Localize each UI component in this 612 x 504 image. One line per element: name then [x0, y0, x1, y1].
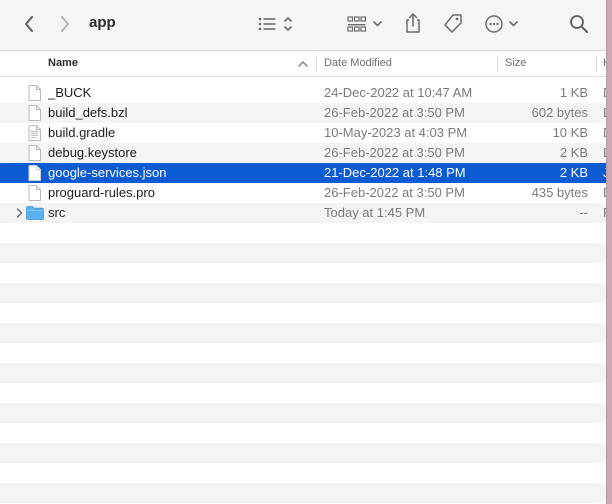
finder-window: app Name Date Modified Size _BUCK 24-Dec… — [0, 0, 607, 504]
file-kind: D — [603, 183, 606, 203]
empty-row — [0, 403, 606, 423]
empty-row — [0, 343, 606, 363]
tag-button[interactable] — [441, 12, 465, 36]
document-icon — [28, 85, 41, 101]
search-button[interactable] — [568, 13, 590, 35]
column-header: Name Date Modified Size K — [0, 51, 606, 77]
empty-row — [0, 323, 606, 343]
file-kind: J — [603, 163, 606, 183]
file-kind: D — [603, 123, 606, 143]
file-date-modified: 21-Dec-2022 at 1:48 PM — [324, 165, 466, 180]
file-size: -- — [579, 205, 588, 220]
file-size: 435 bytes — [531, 185, 588, 200]
file-size: 2 KB — [559, 145, 588, 160]
ellipsis-circle-icon — [484, 14, 520, 34]
file-name: google-services.json — [48, 165, 167, 180]
empty-row — [0, 483, 606, 503]
file-date-modified: 26-Feb-2022 at 3:50 PM — [324, 145, 465, 160]
file-kind: D — [603, 143, 606, 163]
tag-icon — [442, 13, 464, 35]
grid-group-icon — [347, 15, 385, 33]
empty-row — [0, 303, 606, 323]
date-modified-column-header[interactable]: Date Modified — [324, 51, 392, 76]
name-column-header[interactable]: Name — [48, 51, 78, 76]
forward-button[interactable] — [56, 13, 74, 35]
empty-row — [0, 283, 606, 303]
document-icon — [28, 145, 41, 161]
empty-row — [0, 463, 606, 483]
empty-row — [0, 223, 606, 243]
folder-icon — [26, 206, 44, 220]
list-view-icon — [257, 15, 297, 33]
empty-row — [0, 363, 606, 383]
file-size: 10 KB — [552, 125, 588, 140]
file-date-modified: Today at 1:45 PM — [324, 205, 426, 220]
column-divider[interactable] — [596, 55, 597, 72]
file-kind: F — [603, 203, 606, 223]
table-row-selected[interactable]: google-services.json 21-Dec-2022 at 1:48… — [0, 163, 606, 183]
file-date-modified: 24-Dec-2022 at 10:47 AM — [324, 85, 473, 100]
column-divider[interactable] — [497, 55, 498, 72]
empty-row — [0, 443, 606, 463]
file-name: proguard-rules.pro — [48, 185, 155, 200]
group-button[interactable] — [347, 14, 385, 34]
file-size: 1 KB — [559, 85, 588, 100]
disclosure-triangle-icon[interactable] — [16, 208, 23, 218]
table-row[interactable]: build_defs.bzl 26-Feb-2022 at 3:50 PM 60… — [0, 103, 606, 123]
more-actions-button[interactable] — [484, 13, 520, 35]
file-name: build.gradle — [48, 125, 116, 140]
file-date-modified: 26-Feb-2022 at 3:50 PM — [324, 185, 465, 200]
share-button[interactable] — [403, 11, 423, 35]
view-options-button[interactable] — [257, 14, 297, 34]
back-button[interactable] — [20, 13, 38, 35]
file-date-modified: 26-Feb-2022 at 3:50 PM — [324, 105, 465, 120]
document-icon — [28, 105, 41, 121]
file-list: _BUCK 24-Dec-2022 at 10:47 AM 1 KB D bui… — [0, 83, 606, 504]
file-kind: D — [603, 83, 606, 103]
file-size: 602 bytes — [531, 105, 588, 120]
share-icon — [404, 12, 422, 34]
toolbar: app — [0, 0, 606, 51]
file-name: _BUCK — [48, 85, 92, 100]
document-icon — [28, 185, 41, 201]
document-icon — [28, 165, 41, 181]
kind-column-header[interactable]: K — [603, 51, 606, 76]
text-document-icon — [28, 125, 41, 141]
table-row[interactable]: src Today at 1:45 PM -- F — [0, 203, 606, 223]
file-name: debug.keystore — [48, 145, 137, 160]
empty-row — [0, 263, 606, 283]
file-kind: D — [603, 103, 606, 123]
file-name: src — [48, 205, 66, 220]
table-row[interactable]: debug.keystore 26-Feb-2022 at 3:50 PM 2 … — [0, 143, 606, 163]
search-icon — [569, 14, 589, 34]
empty-row — [0, 423, 606, 443]
table-row[interactable]: _BUCK 24-Dec-2022 at 10:47 AM 1 KB D — [0, 83, 606, 103]
sort-ascending-icon[interactable] — [298, 60, 308, 67]
file-size: 2 KB — [559, 165, 588, 180]
file-name: build_defs.bzl — [48, 105, 128, 120]
window-title: app — [89, 14, 116, 31]
empty-row — [0, 383, 606, 403]
table-row[interactable]: proguard-rules.pro 26-Feb-2022 at 3:50 P… — [0, 183, 606, 203]
column-divider[interactable] — [316, 55, 317, 72]
chevron-left-icon — [24, 16, 34, 32]
file-date-modified: 10-May-2023 at 4:03 PM — [324, 125, 468, 140]
size-column-header[interactable]: Size — [505, 51, 526, 76]
table-row[interactable]: build.gradle 10-May-2023 at 4:03 PM 10 K… — [0, 123, 606, 143]
empty-row — [0, 243, 606, 263]
chevron-right-icon — [60, 16, 70, 32]
